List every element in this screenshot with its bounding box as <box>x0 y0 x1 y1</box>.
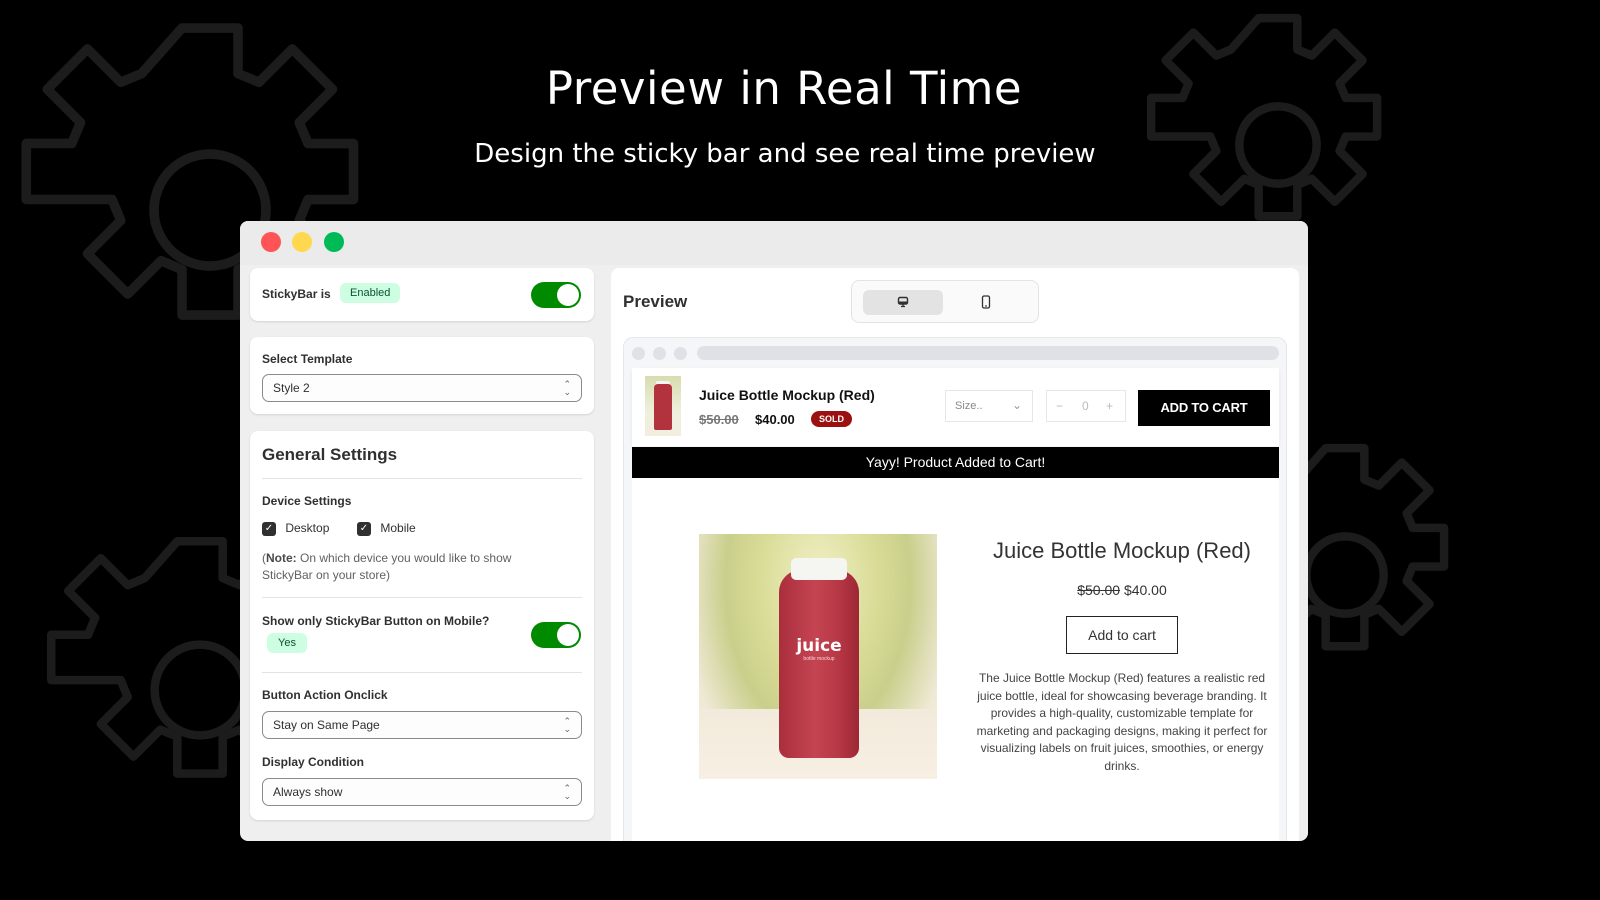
template-select-value: Style 2 <box>273 381 310 395</box>
browser-url-bar <box>697 346 1279 360</box>
toggle-knob <box>557 284 579 306</box>
bottle-cap <box>791 558 847 580</box>
preview-title: Preview <box>623 292 688 311</box>
add-to-cart-button[interactable]: ADD TO CART <box>1138 390 1270 426</box>
quantity-stepper: − 0 + <box>1046 390 1126 422</box>
added-to-cart-notification: Yayy! Product Added to Cart! <box>632 447 1279 478</box>
desktop-icon <box>897 296 909 308</box>
browser-dot <box>632 347 645 360</box>
bottle-brand-text: juice <box>796 636 842 656</box>
template-select[interactable]: Style 2 ⌃ ⌄ <box>262 374 582 402</box>
sticky-bar: Juice Bottle Mockup (Red) $50.00 $40.00 … <box>632 368 1279 446</box>
divider <box>262 478 582 479</box>
product-compare-price: $50.00 <box>1077 582 1121 598</box>
desktop-checkbox[interactable]: ✓ Desktop <box>262 521 329 536</box>
hero-title: Preview in Real Time <box>545 62 1023 115</box>
device-settings-label: Device Settings <box>262 494 352 508</box>
toggle-knob <box>557 624 579 646</box>
status-label: StickyBar is <box>262 287 331 301</box>
app-window: StickyBar is Enabled Select Template Sty… <box>240 221 1308 841</box>
select-chevron-icon: ⌃ ⌄ <box>563 716 571 734</box>
sticky-bar-compare-price: $50.00 <box>699 412 739 427</box>
qty-plus-button[interactable]: + <box>1106 399 1113 413</box>
product-sale-price: $40.00 <box>1123 582 1167 598</box>
desktop-checkbox-label: Desktop <box>285 521 330 535</box>
divider <box>262 672 582 673</box>
mobile-view-button[interactable] <box>946 290 1026 315</box>
note-text: On which device you would like to show S… <box>262 551 512 582</box>
select-chevron-icon: ⌃ ⌄ <box>563 379 571 397</box>
browser-dot <box>653 347 666 360</box>
hero-subtitle: Design the sticky bar and see real time … <box>474 139 1096 169</box>
sticky-bar-toggle[interactable] <box>531 282 581 308</box>
window-minimize-button[interactable] <box>292 232 312 252</box>
qty-minus-button[interactable]: − <box>1056 399 1063 413</box>
device-toggle <box>851 280 1039 323</box>
template-label: Select Template <box>262 352 353 366</box>
product-description: The Juice Bottle Mockup (Red) features a… <box>976 671 1268 773</box>
mobile-checkbox[interactable]: ✓ Mobile <box>357 521 416 536</box>
button-action-value: Stay on Same Page <box>273 718 380 732</box>
general-settings-title: General Settings <box>262 445 398 464</box>
bottle-sub-text: bottle mockup <box>803 656 835 662</box>
window-close-button[interactable] <box>261 232 281 252</box>
display-condition-label: Display Condition <box>262 755 364 769</box>
product-add-to-cart-button[interactable]: Add to cart <box>1066 616 1178 654</box>
bottle <box>779 570 859 758</box>
mobile-button-toggle[interactable] <box>531 622 581 648</box>
checkmark-icon: ✓ <box>262 521 276 536</box>
select-chevron-icon: ⌃ ⌄ <box>563 783 571 801</box>
product-price: $50.00 $40.00 <box>972 582 1272 598</box>
mobile-button-label: Show only StickyBar Button on Mobile? <box>262 614 490 628</box>
mobile-button-badge: Yes <box>267 633 307 653</box>
mobile-icon <box>981 295 991 309</box>
sticky-bar-product-name: Juice Bottle Mockup (Red) <box>699 387 875 403</box>
preview-browser-frame: Juice Bottle Mockup (Red) $50.00 $40.00 … <box>623 337 1287 841</box>
note-bold: Note: <box>266 551 297 565</box>
preview-panel: Preview Juice Bottle Mockup (Red) $50.00… <box>611 268 1299 841</box>
mobile-checkbox-label: Mobile <box>380 521 416 535</box>
size-select[interactable]: Size.. ⌄ <box>945 390 1033 422</box>
bottle <box>654 384 672 430</box>
button-action-select[interactable]: Stay on Same Page ⌃ ⌄ <box>262 711 582 739</box>
checkmark-icon: ✓ <box>357 521 371 536</box>
sticky-bar-price: $40.00 <box>755 412 795 427</box>
sticky-bar-product-thumbnail <box>645 376 681 436</box>
window-titlebar <box>240 221 1308 265</box>
device-note: (Note: On which device you would like to… <box>262 550 562 584</box>
product-image: juice bottle mockup <box>699 534 937 779</box>
status-badge: Enabled <box>340 283 401 303</box>
display-condition-select[interactable]: Always show ⌃ ⌄ <box>262 778 582 806</box>
size-select-placeholder: Size.. <box>955 400 983 412</box>
desktop-view-button[interactable] <box>863 290 943 315</box>
preview-page: Juice Bottle Mockup (Red) $50.00 $40.00 … <box>632 368 1279 841</box>
template-card: Select Template Style 2 ⌃ ⌄ <box>250 337 594 414</box>
display-condition-value: Always show <box>273 785 343 799</box>
button-action-label: Button Action Onclick <box>262 688 388 702</box>
status-card: StickyBar is Enabled <box>250 268 594 321</box>
sold-badge: SOLD <box>811 411 853 427</box>
general-settings-card: General Settings Device Settings ✓ Deskt… <box>250 431 594 820</box>
qty-value[interactable]: 0 <box>1082 399 1089 413</box>
product-title: Juice Bottle Mockup (Red) <box>993 538 1251 563</box>
chevron-down-icon: ⌄ <box>1011 398 1022 412</box>
browser-dot <box>674 347 687 360</box>
divider <box>262 597 582 598</box>
window-maximize-button[interactable] <box>324 232 344 252</box>
